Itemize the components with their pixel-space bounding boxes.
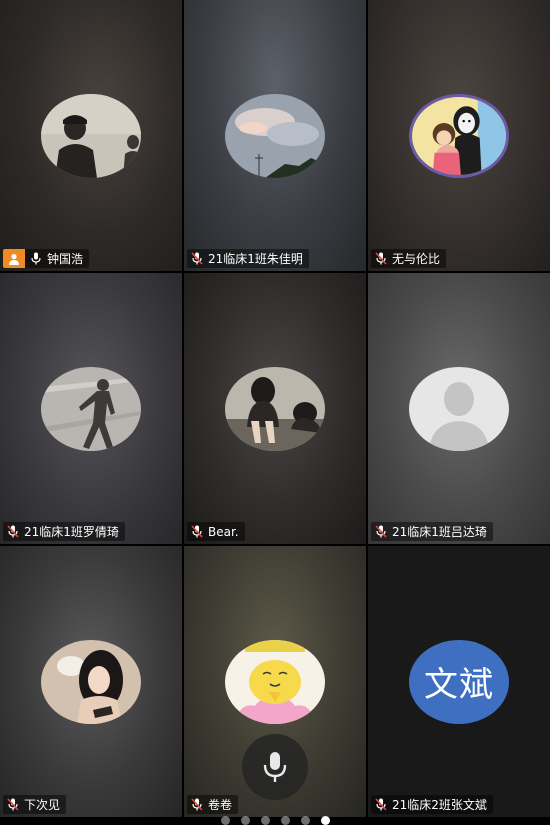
microphone-icon xyxy=(263,752,287,782)
participant-name-tag: 下次见 xyxy=(3,795,67,814)
avatar xyxy=(225,639,325,724)
avatar xyxy=(41,366,141,451)
page-dot-active[interactable] xyxy=(320,816,330,825)
participant-name: Bear. xyxy=(208,524,239,539)
person-icon xyxy=(9,253,19,265)
participant-tile[interactable]: 钟国浩 xyxy=(0,0,182,271)
participant-name: 21临床1班朱佳明 xyxy=(208,252,303,266)
participant-tile[interactable]: 21临床1班朱佳明 xyxy=(184,0,366,271)
avatar: 文斌 xyxy=(409,639,509,724)
participant-tile[interactable]: 下次见 xyxy=(0,546,182,817)
participant-name: 下次见 xyxy=(24,798,61,812)
microphone-muted-icon xyxy=(7,798,19,811)
participant-name: 无与伦比 xyxy=(392,252,441,266)
page-dot[interactable] xyxy=(280,816,290,825)
microphone-muted-icon xyxy=(375,252,387,265)
page-indicator xyxy=(0,816,550,825)
participant-tile[interactable]: Bear. xyxy=(184,273,366,544)
host-badge xyxy=(3,249,25,268)
participant-name-tag: 卷卷 xyxy=(187,795,239,814)
avatar xyxy=(41,93,141,178)
participant-name-tag: 21临床1班朱佳明 xyxy=(187,249,309,268)
participant-tile[interactable]: 文斌 21临床2班张文斌 xyxy=(368,546,550,817)
page-dot[interactable] xyxy=(260,816,270,825)
microphone-muted-icon xyxy=(191,798,203,811)
microphone-icon xyxy=(31,252,41,265)
avatar xyxy=(225,366,325,451)
participant-name-tag: Bear. xyxy=(187,522,245,541)
microphone-muted-icon xyxy=(191,525,203,538)
page-dot[interactable] xyxy=(300,816,310,825)
participant-tile[interactable]: 21临床1班罗倩琦 xyxy=(0,273,182,544)
microphone-muted-icon xyxy=(191,252,203,265)
participant-tile[interactable]: 无与伦比 xyxy=(368,0,550,271)
participant-name-tag: 21临床1班罗倩琦 xyxy=(3,522,125,541)
participant-name-tag: 21临床2班张文斌 xyxy=(371,795,493,814)
video-grid: 钟国浩 21临床1班朱佳明 无与伦比 21临床1班罗倩琦 Bear. 21临床1… xyxy=(0,0,550,825)
microphone-muted-icon xyxy=(7,525,19,538)
participant-name-tag: 无与伦比 xyxy=(371,249,447,268)
participant-name: 卷卷 xyxy=(208,798,233,812)
participant-tile[interactable]: 21临床1班吕达琦 xyxy=(368,273,550,544)
microphone-muted-icon xyxy=(375,798,387,811)
participant-name: 21临床2班张文斌 xyxy=(392,798,487,812)
microphone-muted-icon xyxy=(375,525,387,538)
participant-name: 钟国浩 xyxy=(47,252,84,266)
participant-name: 21临床1班罗倩琦 xyxy=(24,525,119,539)
default-avatar-icon xyxy=(409,366,509,451)
page-dot[interactable] xyxy=(220,816,230,825)
avatar xyxy=(409,93,509,178)
participant-name-tag: 21临床1班吕达琦 xyxy=(371,522,493,541)
avatar xyxy=(225,93,325,178)
participant-name: 21临床1班吕达琦 xyxy=(392,525,487,539)
participant-name-tag: 钟国浩 xyxy=(3,249,90,268)
page-dot[interactable] xyxy=(240,816,250,825)
microphone-toggle-button[interactable] xyxy=(242,734,308,800)
avatar xyxy=(41,639,141,724)
